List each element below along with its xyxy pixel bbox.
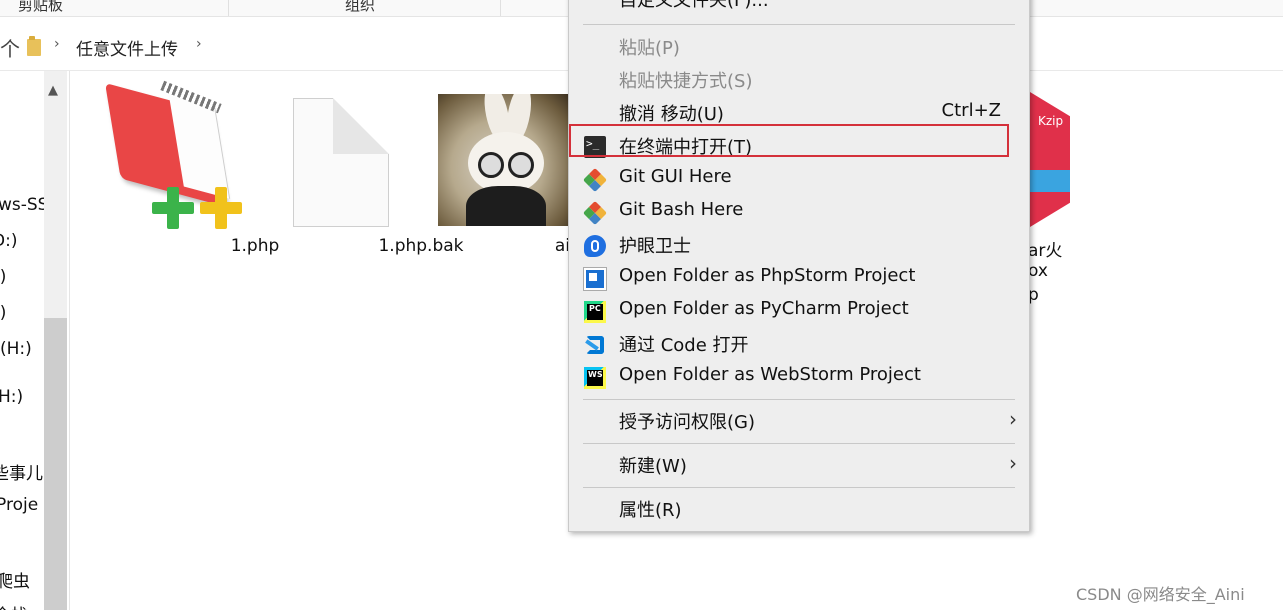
menu-item-label: 属性(R) bbox=[619, 500, 682, 521]
file-name[interactable]: ar火 bbox=[1028, 236, 1062, 261]
breadcrumb[interactable]: 任意文件上传 bbox=[76, 35, 178, 60]
menu-item-paste-shortcut[interactable]: 粘贴快捷方式(S) bbox=[569, 64, 1029, 97]
ribbon-group-clipboard[interactable]: 剪贴板 bbox=[18, 0, 63, 15]
menu-item-label: 粘贴快捷方式(S) bbox=[619, 71, 753, 92]
menu-item-grant-access[interactable]: 授予访问权限(G) › bbox=[569, 405, 1029, 438]
shortcut-label: Ctrl+Z bbox=[941, 100, 1001, 121]
archive-icon-text: Kzip bbox=[1038, 114, 1064, 128]
archive-band-shape bbox=[1030, 170, 1070, 192]
menu-separator bbox=[583, 487, 1015, 488]
phpstorm-icon bbox=[583, 267, 607, 291]
menu-separator bbox=[583, 399, 1015, 400]
plus-icon bbox=[152, 187, 194, 229]
menu-item-label: 通过 Code 打开 bbox=[619, 335, 749, 356]
file-name[interactable]: ox bbox=[1028, 261, 1048, 281]
ribbon-divider bbox=[228, 0, 229, 16]
chevron-up-icon[interactable]: ▲ bbox=[48, 83, 58, 98]
menu-item-paste[interactable]: 粘贴(P) bbox=[569, 31, 1029, 64]
navigation-pane: ws-SS D:) :) :) (H:) H:) 些事儿 Proje 爬虫 全栈 bbox=[0, 71, 44, 610]
menu-item-phpstorm[interactable]: Open Folder as PhpStorm Project bbox=[569, 262, 1029, 295]
nav-item[interactable]: (H:) bbox=[0, 339, 32, 359]
image-thumbnail[interactable] bbox=[438, 94, 570, 226]
notepad-plus-plus-icon[interactable] bbox=[100, 80, 245, 232]
archive-shape bbox=[1030, 92, 1070, 227]
nav-item[interactable]: D:) bbox=[0, 231, 17, 251]
menu-item-label: 新建(W) bbox=[619, 456, 687, 477]
pycharm-icon bbox=[584, 301, 606, 323]
up-arrow-icon[interactable]: 个 bbox=[0, 33, 20, 62]
menu-item-git-gui[interactable]: Git GUI Here bbox=[569, 163, 1029, 196]
7zip-archive-icon[interactable]: Kzip bbox=[1030, 92, 1070, 227]
eye-guard-icon bbox=[584, 235, 606, 257]
chevron-right-icon[interactable]: › bbox=[54, 36, 60, 52]
nav-item[interactable]: 全栈 bbox=[0, 601, 28, 610]
bunny-body-shape bbox=[466, 186, 546, 226]
webstorm-icon bbox=[584, 367, 606, 389]
file-name: 1.php.bak bbox=[378, 236, 464, 256]
menu-item-open-with-code[interactable]: 通过 Code 打开 bbox=[569, 328, 1029, 361]
ribbon-group-organize[interactable]: 组织 bbox=[345, 0, 375, 15]
menu-item-label: 自定义文件夹(F)... bbox=[619, 0, 769, 11]
nav-item[interactable]: 些事儿 bbox=[0, 459, 43, 484]
nav-item[interactable]: 爬虫 bbox=[0, 567, 30, 592]
watermark: CSDN @网络安全_Aini bbox=[1076, 585, 1245, 604]
menu-item-customize-folder[interactable]: 自定义文件夹(F)... bbox=[569, 0, 1029, 16]
nav-item[interactable]: ws-SS bbox=[0, 195, 44, 215]
chevron-right-icon: › bbox=[1009, 451, 1017, 475]
nav-item[interactable]: :) bbox=[0, 267, 6, 287]
glasses-shape bbox=[478, 152, 504, 178]
highlight-box bbox=[569, 124, 1009, 157]
nav-item[interactable]: Proje bbox=[0, 495, 38, 515]
menu-separator bbox=[583, 24, 1015, 25]
git-icon bbox=[582, 167, 608, 193]
menu-item-git-bash[interactable]: Git Bash Here bbox=[569, 196, 1029, 229]
menu-item-label: 护眼卫士 bbox=[619, 236, 691, 257]
glasses-shape bbox=[508, 152, 534, 178]
chevron-right-icon: › bbox=[1009, 407, 1017, 431]
menu-item-label: Open Folder as WebStorm Project bbox=[619, 364, 921, 385]
menu-item-label: Git GUI Here bbox=[619, 166, 732, 187]
vscode-icon bbox=[584, 334, 606, 356]
git-icon bbox=[582, 200, 608, 226]
menu-item-label: 授予访问权限(G) bbox=[619, 412, 755, 433]
nav-item[interactable]: :) bbox=[0, 303, 6, 323]
plus-icon bbox=[200, 187, 242, 229]
menu-item-new[interactable]: 新建(W) › bbox=[569, 449, 1029, 482]
file-name: 1.php bbox=[230, 236, 280, 256]
nav-scrollbar[interactable]: ▲ bbox=[44, 71, 67, 610]
menu-item-label: Open Folder as PhpStorm Project bbox=[619, 265, 916, 286]
scrollbar-thumb[interactable] bbox=[44, 318, 67, 610]
menu-item-pycharm[interactable]: Open Folder as PyCharm Project bbox=[569, 295, 1029, 328]
page-fold-shape bbox=[333, 98, 389, 154]
menu-item-properties[interactable]: 属性(R) bbox=[569, 493, 1029, 526]
menu-item-label: 粘贴(P) bbox=[619, 38, 680, 59]
menu-item-webstorm[interactable]: Open Folder as WebStorm Project bbox=[569, 361, 1029, 394]
blank-document-icon[interactable] bbox=[293, 98, 389, 227]
menu-separator bbox=[583, 443, 1015, 444]
folder-icon bbox=[27, 36, 41, 56]
menu-item-eye-guard[interactable]: 护眼卫士 bbox=[569, 229, 1029, 262]
menu-item-label: Git Bash Here bbox=[619, 199, 744, 220]
context-menu: 自定义文件夹(F)... 粘贴(P) 粘贴快捷方式(S) 撤消 移动(U) Ct… bbox=[568, 0, 1030, 532]
ribbon-divider bbox=[500, 0, 501, 16]
menu-item-label: 撤消 移动(U) bbox=[619, 104, 724, 125]
menu-item-label: Open Folder as PyCharm Project bbox=[619, 298, 909, 319]
chevron-right-icon[interactable]: › bbox=[196, 36, 202, 52]
pane-divider bbox=[69, 71, 70, 610]
nav-item[interactable]: H:) bbox=[0, 387, 23, 407]
